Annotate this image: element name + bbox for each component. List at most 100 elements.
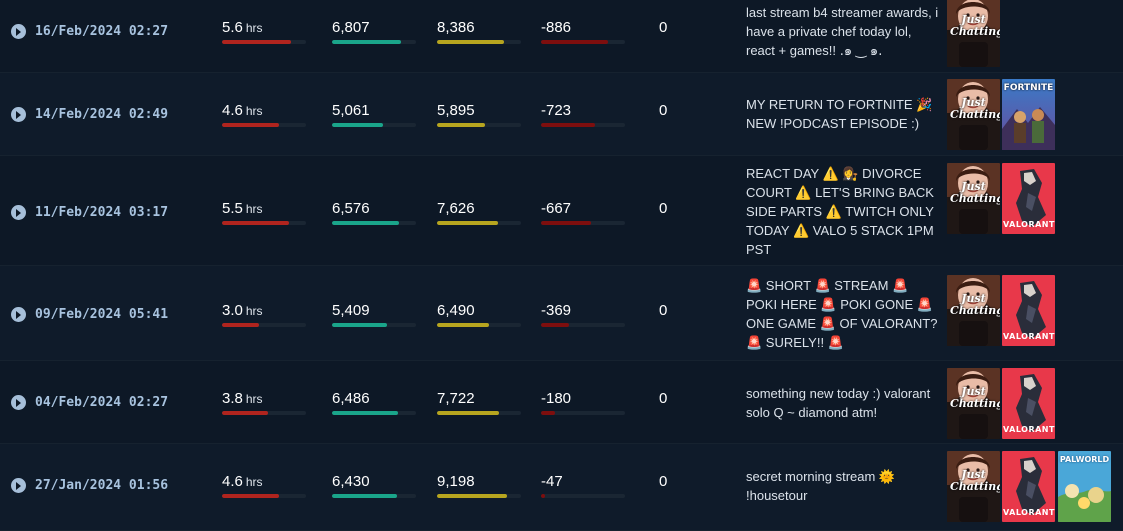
peak-viewers-bar [437, 221, 498, 225]
followers-change: -723 [541, 102, 572, 119]
peak-viewers: 5,895 [437, 102, 475, 119]
peak-viewers-bar-track [437, 123, 521, 127]
duration-bar [222, 40, 291, 44]
avg-viewers: 5,409 [332, 302, 370, 319]
followers-bar-track [541, 221, 625, 225]
stream-date: 04/Feb/2024 02:27 [35, 395, 169, 410]
game-thumbnail-just-chatting[interactable]: Just Chatting [947, 0, 1000, 67]
duration-value: 5.5 [222, 200, 243, 217]
game-thumbnail-just-chatting[interactable]: Just Chatting [947, 275, 1000, 346]
duration-unit: hrs [245, 202, 263, 216]
game-name-label: Just Chatting [950, 292, 1000, 317]
stream-duration: 5.6 hrs [222, 19, 263, 36]
followers-bar-track [541, 494, 625, 498]
stream-row[interactable]: 27/Jan/2024 01:56 4.6 hrs 6,430 9,198 -47 0 sec… [0, 444, 1123, 531]
stream-title: MY RETURN TO FORTNITE 🎉 NEW !PODCAST EPI… [746, 97, 933, 131]
peak-viewers: 6,490 [437, 302, 475, 319]
game-thumbnail-fortnite[interactable]: FORTNITE [1002, 79, 1055, 150]
peak-viewers-bar-track [437, 40, 521, 44]
peak-viewers-bar [437, 40, 504, 44]
stream-title: something new today :) valorant solo Q ~… [746, 386, 931, 420]
game-name-label: Just Chatting [950, 13, 1000, 38]
game-thumbnail-valorant[interactable]: VALORANT [1002, 163, 1055, 234]
expand-chevron-icon[interactable] [11, 478, 26, 493]
peak-viewers-bar [437, 123, 485, 127]
subs-count: 0 [659, 302, 668, 319]
expand-chevron-icon[interactable] [11, 205, 26, 220]
duration-bar [222, 221, 289, 225]
avg-viewers-bar-track [332, 494, 416, 498]
subs-count: 0 [659, 473, 668, 490]
stream-row[interactable]: 14/Feb/2024 02:49 4.6 hrs 5,061 5,895 -723 0 MY… [0, 73, 1123, 156]
subs-count: 0 [659, 200, 668, 217]
followers-bar [541, 411, 555, 415]
game-thumbnail-just-chatting[interactable]: Just Chatting [947, 368, 1000, 439]
peak-viewers: 8,386 [437, 19, 475, 36]
peak-viewers-bar [437, 494, 507, 498]
game-name-label: PALWORLD [1059, 455, 1110, 464]
duration-value: 3.8 [222, 390, 243, 407]
game-name-label: Just Chatting [950, 468, 1000, 493]
duration-bar [222, 411, 268, 415]
expand-chevron-icon[interactable] [11, 24, 26, 39]
duration-bar-track [222, 323, 306, 327]
peak-viewers-bar-track [437, 494, 521, 498]
expand-chevron-icon[interactable] [11, 107, 26, 122]
game-thumbnail-valorant[interactable]: VALORANT [1002, 275, 1055, 346]
game-thumbnail-valorant[interactable]: VALORANT [1002, 451, 1055, 522]
game-thumbnail-just-chatting[interactable]: Just Chatting [947, 163, 1000, 234]
game-thumbnail-just-chatting[interactable]: Just Chatting [947, 79, 1000, 150]
game-name-label: FORTNITE [1003, 83, 1054, 93]
duration-bar-track [222, 123, 306, 127]
duration-unit: hrs [245, 475, 263, 489]
followers-bar-track [541, 323, 625, 327]
stream-row[interactable]: 09/Feb/2024 05:41 3.0 hrs 5,409 6,490 -369 0 🚨 … [0, 266, 1123, 361]
game-name-label: VALORANT [1003, 332, 1055, 341]
duration-value: 4.6 [222, 473, 243, 490]
game-name-label: VALORANT [1003, 425, 1055, 434]
game-thumbnail-palworld[interactable]: PALWORLD [1058, 451, 1111, 522]
stream-row[interactable]: 16/Feb/2024 02:27 5.6 hrs 6,807 8,386 -886 0 la… [0, 0, 1123, 73]
followers-change: -47 [541, 473, 563, 490]
avg-viewers-bar-track [332, 411, 416, 415]
followers-bar [541, 221, 591, 225]
duration-bar-track [222, 411, 306, 415]
avg-viewers-bar [332, 494, 397, 498]
followers-bar [541, 323, 569, 327]
avg-viewers-bar-track [332, 221, 416, 225]
avg-viewers-bar [332, 123, 383, 127]
duration-unit: hrs [245, 304, 263, 318]
followers-bar [541, 494, 545, 498]
avg-viewers-bar-track [332, 323, 416, 327]
duration-value: 5.6 [222, 19, 243, 36]
subs-count: 0 [659, 390, 668, 407]
avg-viewers: 6,807 [332, 19, 370, 36]
stream-title: 🚨 SHORT 🚨 STREAM 🚨 POKI HERE 🚨 POKI GONE… [746, 278, 938, 350]
game-name-label: Just Chatting [950, 96, 1000, 121]
stream-row[interactable]: 04/Feb/2024 02:27 3.8 hrs 6,486 7,722 -180 0 so… [0, 361, 1123, 444]
peak-viewers-bar-track [437, 411, 521, 415]
stream-row[interactable]: 11/Feb/2024 03:17 5.5 hrs 6,576 7,626 -667 0 RE… [0, 156, 1123, 266]
followers-bar-track [541, 123, 625, 127]
stream-duration: 4.6 hrs [222, 102, 263, 119]
followers-bar [541, 123, 595, 127]
game-thumbnail-just-chatting[interactable]: Just Chatting [947, 451, 1000, 522]
followers-change: -369 [541, 302, 572, 319]
avg-viewers-bar-track [332, 123, 416, 127]
peak-viewers: 9,198 [437, 473, 475, 490]
expand-chevron-icon[interactable] [11, 395, 26, 410]
duration-bar [222, 123, 279, 127]
peak-viewers-bar [437, 411, 499, 415]
game-thumbnail-valorant[interactable]: VALORANT [1002, 368, 1055, 439]
expand-chevron-icon[interactable] [11, 307, 26, 322]
peak-viewers-bar-track [437, 221, 521, 225]
game-name-label: VALORANT [1003, 220, 1055, 229]
duration-bar [222, 323, 259, 327]
followers-change: -667 [541, 200, 572, 217]
avg-viewers: 6,430 [332, 473, 370, 490]
stream-title: last stream b4 streamer awards, i have a… [746, 5, 939, 58]
followers-bar-track [541, 411, 625, 415]
avg-viewers-bar-track [332, 40, 416, 44]
game-name-label: Just Chatting [950, 385, 1000, 410]
peak-viewers: 7,626 [437, 200, 475, 217]
